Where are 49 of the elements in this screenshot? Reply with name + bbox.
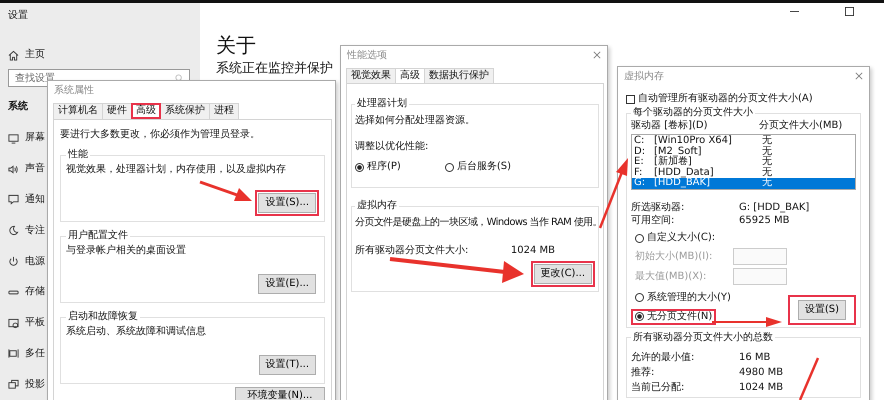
field-label: 最大值(MB)(X):	[634, 270, 708, 282]
group-title: 用户配置文件	[67, 230, 129, 242]
field-value: G: [HDD_BAK]	[739, 202, 810, 214]
field-label: 当前已分配:	[631, 380, 686, 394]
field-label: 所有驱动器分页文件大小:	[355, 245, 468, 257]
section-title: 系统	[8, 101, 28, 113]
field-value: 16 MB	[739, 350, 770, 364]
column-header: 驱动器 [卷标](D)	[631, 120, 708, 132]
page-heading: 关于	[216, 33, 256, 57]
field-label: 允许的最小值:	[631, 350, 696, 364]
page-subheading: 系统正在监控并保护	[216, 61, 333, 77]
volume-label: [HDD_BAK]	[654, 178, 710, 189]
dialog-title: 虚拟内存	[623, 70, 664, 84]
field-value: 1024 MB	[739, 380, 784, 394]
group-description: 选择如何分配处理器资源。	[355, 115, 476, 127]
group-title: 虚拟内存	[356, 200, 398, 212]
drive-letter: D:	[634, 146, 646, 157]
field-value: 65925 MB	[739, 215, 790, 227]
page-file-size: 无	[762, 157, 772, 168]
column-header: 分页文件大小(MB)	[759, 120, 842, 132]
field-label: 所选驱动器:	[631, 202, 686, 214]
window-title: 设置	[8, 10, 28, 22]
drive-letter: F:	[634, 168, 644, 178]
group-description: 视觉效果，处理器计划，内存使用，以及虚拟内存	[66, 164, 287, 176]
page-file-size: 无	[762, 146, 772, 157]
group-description: 系统启动、系统故障和调试信息	[66, 326, 207, 338]
option-prompt: 调整以优化性能:	[355, 141, 430, 153]
field-value: 4980 MB	[739, 366, 784, 380]
volume-label: [新加卷]	[654, 157, 692, 168]
field-label: 推荐:	[631, 366, 656, 380]
page-file-size: 无	[762, 136, 772, 146]
field-label: 可用空间:	[631, 215, 676, 227]
notice-text: 要进行大多数更改，你必须作为管理员登录。	[60, 129, 261, 141]
drive-letter: E:	[634, 157, 645, 168]
group-title: 处理器计划	[356, 98, 408, 110]
group-title: 每个驱动器的分页文件大小	[632, 107, 754, 119]
group-description: 与登录帐户相关的桌面设置	[66, 245, 187, 257]
field-label: 初始大小(MB)(I):	[634, 250, 714, 262]
field-value: 1024 MB	[510, 245, 555, 257]
volume-label: [Win10Pro X64]	[654, 136, 733, 146]
group-title: 性能	[66, 149, 89, 161]
dialog-title: 性能选项	[346, 48, 387, 63]
drive-letter: C:	[634, 136, 646, 146]
page-file-size: 无	[762, 168, 772, 178]
volume-label: [M2_Soft]	[654, 146, 703, 157]
group-title: 所有驱动器分页文件大小的总数	[632, 332, 774, 344]
volume-label: [HDD_Data]	[654, 168, 715, 178]
group-description: 分页文件是硬盘上的一块区域，Windows 当作 RAM 使用。	[355, 217, 595, 229]
group-title: 启动和故障恢复	[67, 311, 139, 323]
